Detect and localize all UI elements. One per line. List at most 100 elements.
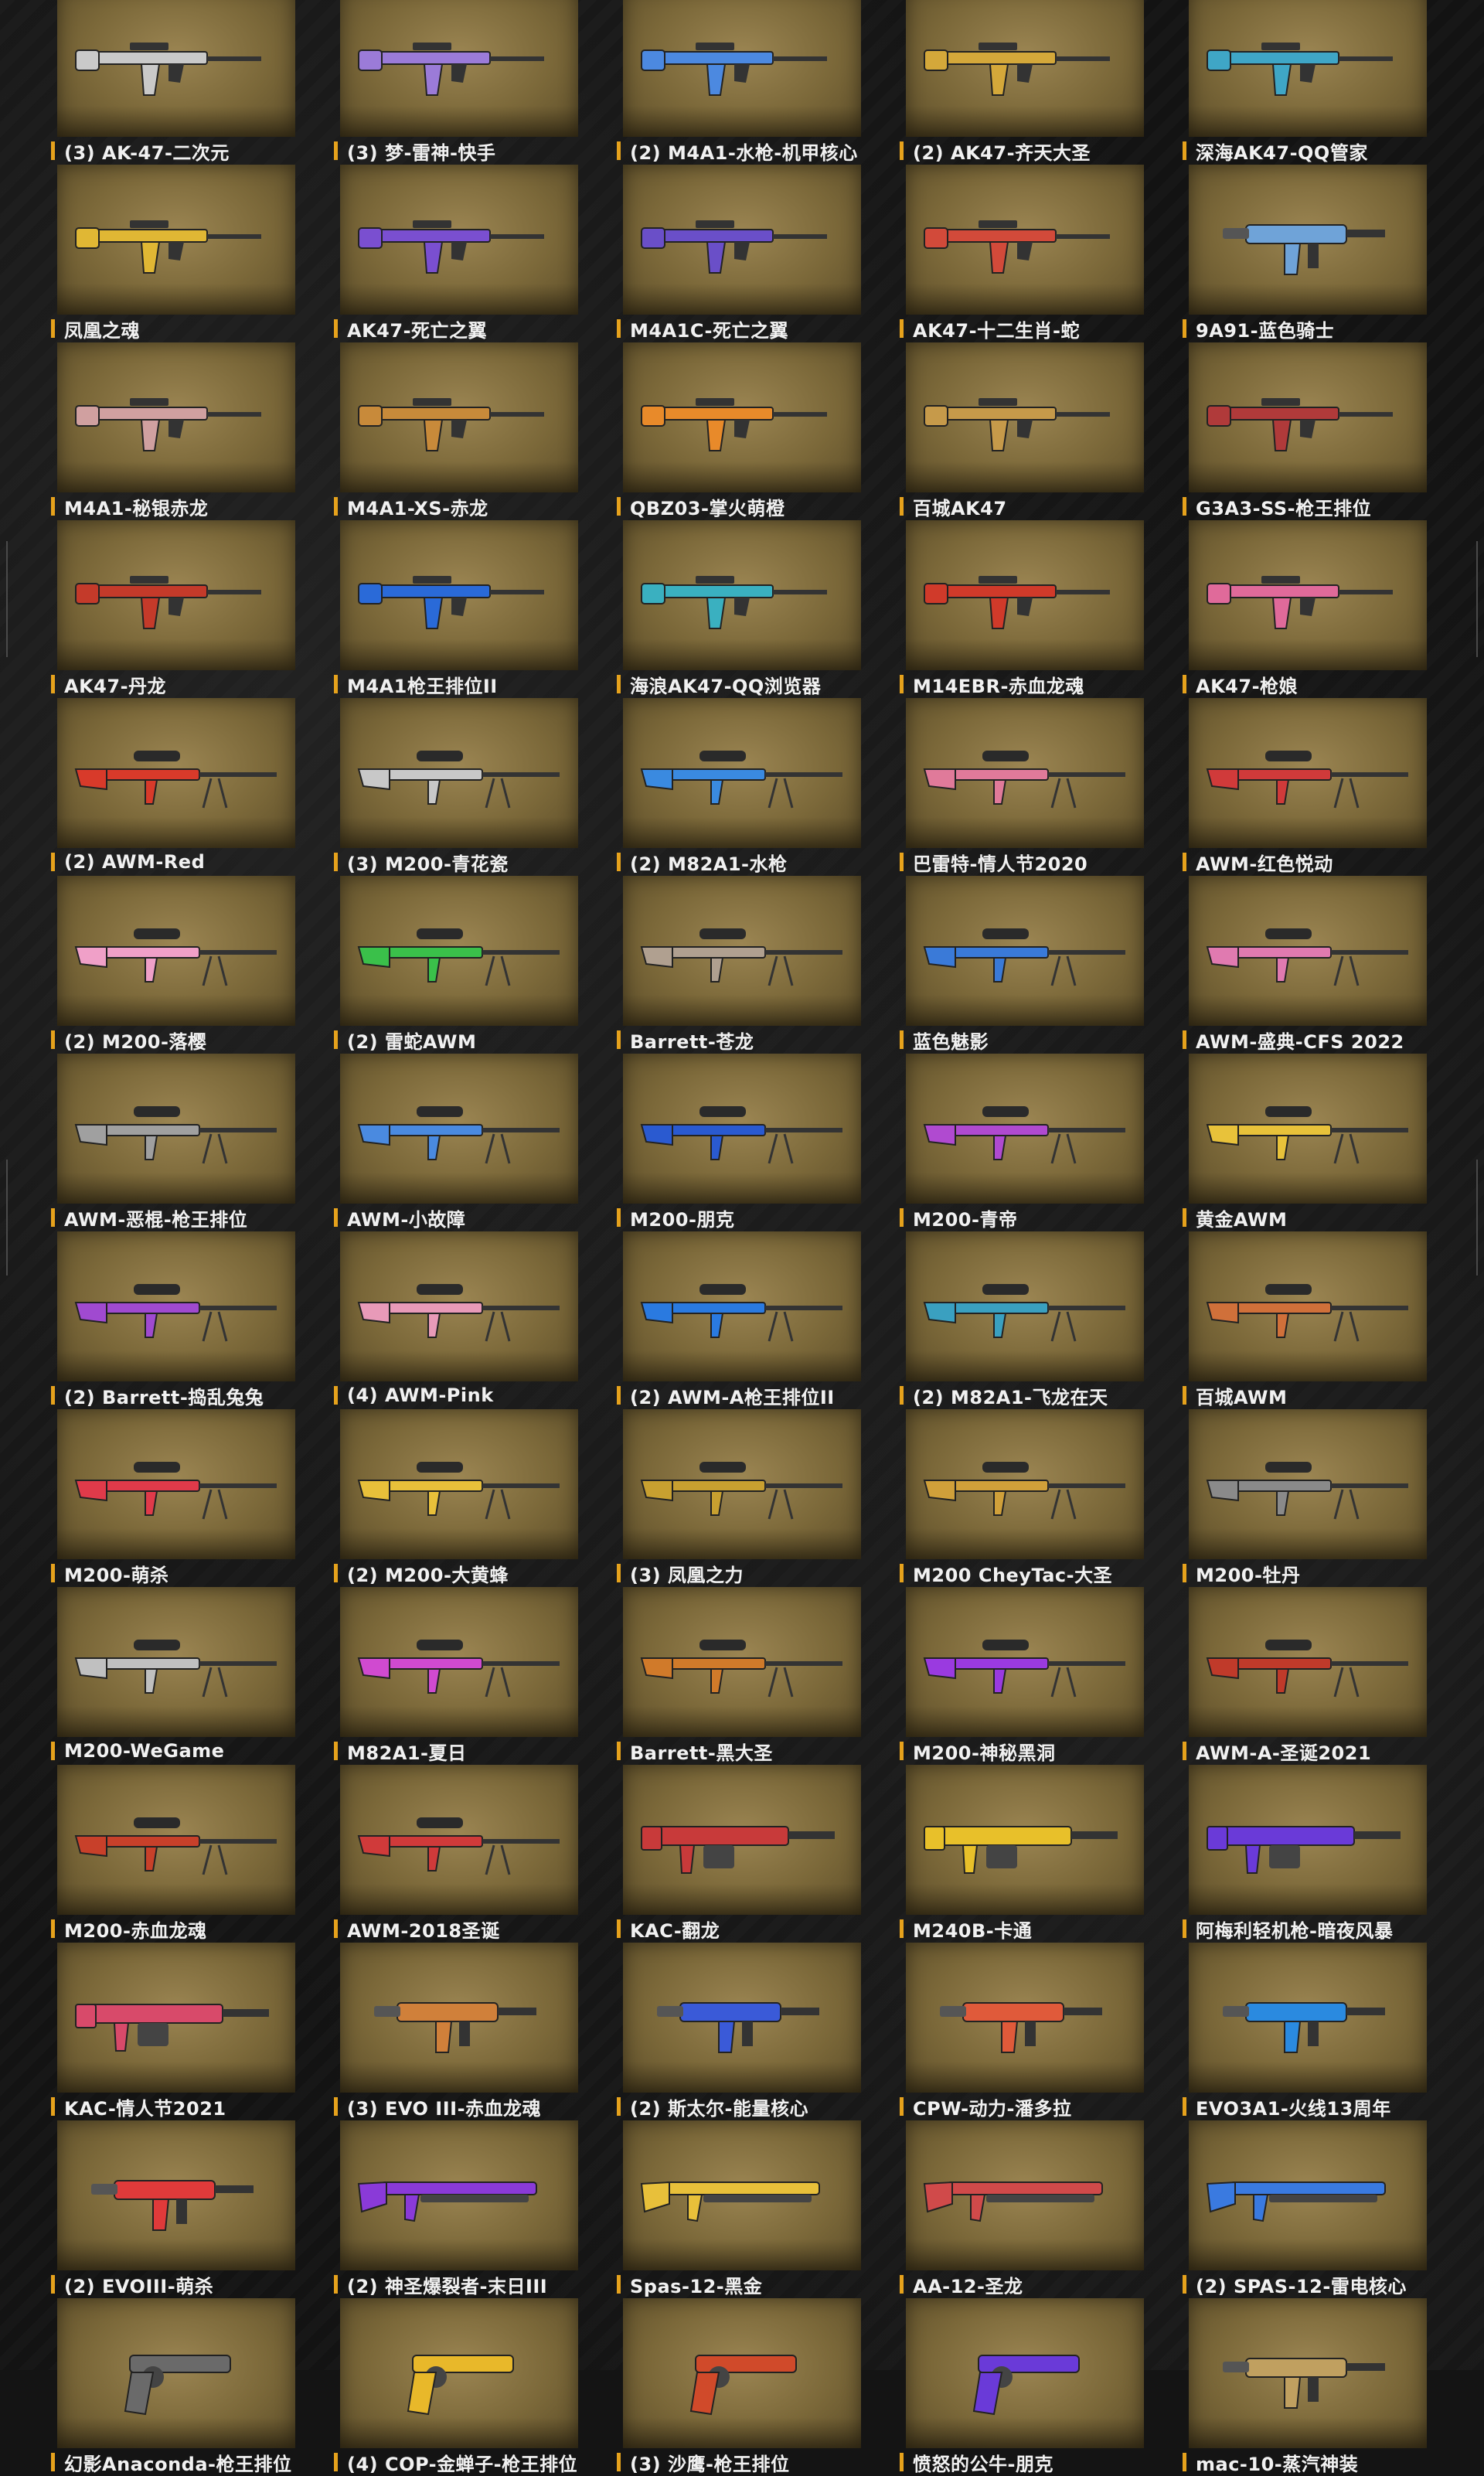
- weapon-card[interactable]: M4A1-秘银赤龙: [51, 342, 295, 520]
- weapon-card[interactable]: (2) M82A1-水枪: [617, 698, 861, 876]
- weapon-card[interactable]: AWM-小故障: [334, 1054, 578, 1231]
- weapon-card[interactable]: M200-青帝: [900, 1054, 1144, 1231]
- weapon-card[interactable]: (3) AK-47-二次元: [51, 0, 295, 165]
- weapon-thumbnail[interactable]: [906, 1587, 1144, 1737]
- weapon-thumbnail[interactable]: [623, 2120, 861, 2270]
- weapon-thumbnail[interactable]: [623, 698, 861, 848]
- weapon-card[interactable]: AK47-丹龙: [51, 520, 295, 698]
- weapon-card[interactable]: M200-牡丹: [1183, 1409, 1427, 1587]
- weapon-thumbnail[interactable]: [340, 1765, 578, 1915]
- weapon-thumbnail[interactable]: [57, 1765, 295, 1915]
- weapon-card[interactable]: AWM-2018圣诞: [334, 1765, 578, 1943]
- weapon-card[interactable]: AK47-十二生肖-蛇: [900, 165, 1144, 342]
- weapon-thumbnail[interactable]: [340, 876, 578, 1026]
- weapon-card[interactable]: (2) 雷蛇AWM: [334, 876, 578, 1054]
- weapon-thumbnail[interactable]: [1189, 1765, 1427, 1915]
- weapon-thumbnail[interactable]: [57, 342, 295, 492]
- weapon-thumbnail[interactable]: [1189, 1409, 1427, 1559]
- weapon-thumbnail[interactable]: [340, 1943, 578, 2093]
- weapon-card[interactable]: M200-赤血龙魂: [51, 1765, 295, 1943]
- weapon-thumbnail[interactable]: [57, 698, 295, 848]
- weapon-thumbnail[interactable]: [623, 1054, 861, 1204]
- weapon-card[interactable]: (2) Barrett-捣乱兔兔: [51, 1231, 295, 1409]
- weapon-thumbnail[interactable]: [906, 876, 1144, 1026]
- weapon-card[interactable]: AWM-红色悦动: [1183, 698, 1427, 876]
- weapon-card[interactable]: 蓝色魅影: [900, 876, 1144, 1054]
- weapon-card[interactable]: mac-10-蒸汽神装: [1183, 2298, 1427, 2476]
- weapon-card[interactable]: (2) 斯太尔-能量核心: [617, 1943, 861, 2120]
- weapon-thumbnail[interactable]: [906, 2120, 1144, 2270]
- weapon-card[interactable]: (2) M200-大黄蜂: [334, 1409, 578, 1587]
- weapon-card[interactable]: 黄金AWM: [1183, 1054, 1427, 1231]
- weapon-thumbnail[interactable]: [57, 1587, 295, 1737]
- weapon-card[interactable]: (3) 梦-雷神-快手: [334, 0, 578, 165]
- weapon-card[interactable]: (2) M200-落樱: [51, 876, 295, 1054]
- weapon-card[interactable]: G3A3-SS-枪王排位: [1183, 342, 1427, 520]
- weapon-card[interactable]: Barrett-黑大圣: [617, 1587, 861, 1765]
- weapon-thumbnail[interactable]: [340, 1409, 578, 1559]
- weapon-card[interactable]: (3) EVO III-赤血龙魂: [334, 1943, 578, 2120]
- weapon-card[interactable]: (2) EVOIII-萌杀: [51, 2120, 295, 2298]
- weapon-card[interactable]: M200-WeGame: [51, 1587, 295, 1765]
- weapon-thumbnail[interactable]: [57, 1231, 295, 1381]
- weapon-card[interactable]: AK47-死亡之翼: [334, 165, 578, 342]
- weapon-card[interactable]: M200 CheyTac-大圣: [900, 1409, 1144, 1587]
- weapon-card[interactable]: 幻影Anaconda-枪王排位: [51, 2298, 295, 2476]
- weapon-thumbnail[interactable]: [906, 1231, 1144, 1381]
- weapon-card[interactable]: 百城AK47: [900, 342, 1144, 520]
- weapon-card[interactable]: M82A1-夏日: [334, 1587, 578, 1765]
- weapon-thumbnail[interactable]: [340, 698, 578, 848]
- weapon-card[interactable]: AWM-A-圣诞2021: [1183, 1587, 1427, 1765]
- weapon-thumbnail[interactable]: [57, 1943, 295, 2093]
- weapon-thumbnail[interactable]: [1189, 876, 1427, 1026]
- weapon-thumbnail[interactable]: [623, 0, 861, 137]
- weapon-thumbnail[interactable]: [623, 1765, 861, 1915]
- weapon-card[interactable]: AA-12-圣龙: [900, 2120, 1144, 2298]
- weapon-card[interactable]: 9A91-蓝色骑士: [1183, 165, 1427, 342]
- weapon-card[interactable]: (2) AWM-Red: [51, 698, 295, 876]
- weapon-thumbnail[interactable]: [1189, 520, 1427, 670]
- weapon-thumbnail[interactable]: [1189, 2120, 1427, 2270]
- weapon-card[interactable]: (4) COP-金蝉子-枪王排位: [334, 2298, 578, 2476]
- weapon-thumbnail[interactable]: [906, 1054, 1144, 1204]
- weapon-card[interactable]: M4A1C-死亡之翼: [617, 165, 861, 342]
- weapon-thumbnail[interactable]: [340, 2120, 578, 2270]
- weapon-thumbnail[interactable]: [623, 165, 861, 315]
- weapon-card[interactable]: 海浪AK47-QQ浏览器: [617, 520, 861, 698]
- weapon-thumbnail[interactable]: [1189, 1231, 1427, 1381]
- weapon-card[interactable]: (2) M4A1-水枪-机甲核心: [617, 0, 861, 165]
- weapon-card[interactable]: AWM-盛典-CFS 2022: [1183, 876, 1427, 1054]
- weapon-card[interactable]: Barrett-苍龙: [617, 876, 861, 1054]
- weapon-thumbnail[interactable]: [623, 1231, 861, 1381]
- weapon-card[interactable]: 愤怒的公牛-朋克: [900, 2298, 1144, 2476]
- weapon-thumbnail[interactable]: [906, 2298, 1144, 2448]
- weapon-card[interactable]: AWM-恶棍-枪王排位: [51, 1054, 295, 1231]
- weapon-thumbnail[interactable]: [57, 2298, 295, 2448]
- weapon-card[interactable]: (2) SPAS-12-雷电核心: [1183, 2120, 1427, 2298]
- weapon-thumbnail[interactable]: [340, 1231, 578, 1381]
- weapon-card[interactable]: (2) M82A1-飞龙在天: [900, 1231, 1144, 1409]
- weapon-card[interactable]: EVO3A1-火线13周年: [1183, 1943, 1427, 2120]
- weapon-thumbnail[interactable]: [57, 1054, 295, 1204]
- weapon-card[interactable]: M240B-卡通: [900, 1765, 1144, 1943]
- weapon-card[interactable]: (2) AK47-齐天大圣: [900, 0, 1144, 165]
- weapon-card[interactable]: AK47-枪娘: [1183, 520, 1427, 698]
- weapon-card[interactable]: 百城AWM: [1183, 1231, 1427, 1409]
- weapon-thumbnail[interactable]: [57, 520, 295, 670]
- weapon-thumbnail[interactable]: [623, 520, 861, 670]
- weapon-card[interactable]: (3) 凤凰之力: [617, 1409, 861, 1587]
- weapon-card[interactable]: M4A1-XS-赤龙: [334, 342, 578, 520]
- weapon-thumbnail[interactable]: [906, 342, 1144, 492]
- weapon-card[interactable]: KAC-情人节2021: [51, 1943, 295, 2120]
- weapon-thumbnail[interactable]: [906, 1765, 1144, 1915]
- weapon-thumbnail[interactable]: [340, 165, 578, 315]
- weapon-thumbnail[interactable]: [623, 876, 861, 1026]
- weapon-thumbnail[interactable]: [1189, 0, 1427, 137]
- weapon-thumbnail[interactable]: [340, 1587, 578, 1737]
- weapon-thumbnail[interactable]: [906, 1943, 1144, 2093]
- weapon-thumbnail[interactable]: [906, 698, 1144, 848]
- weapon-thumbnail[interactable]: [57, 165, 295, 315]
- weapon-card[interactable]: 阿梅利轻机枪-暗夜风暴: [1183, 1765, 1427, 1943]
- weapon-thumbnail[interactable]: [623, 342, 861, 492]
- weapon-card[interactable]: 深海AK47-QQ管家: [1183, 0, 1427, 165]
